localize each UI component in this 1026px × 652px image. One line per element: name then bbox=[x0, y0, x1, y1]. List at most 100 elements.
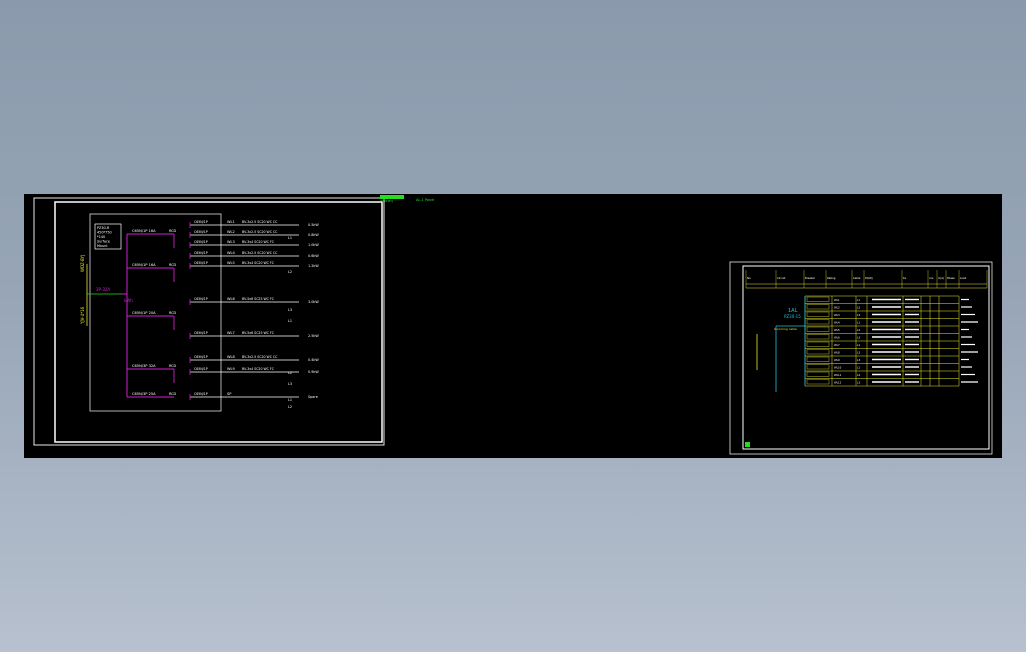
right-sheet-green-marker bbox=[745, 442, 750, 447]
table-header-cell: Kx bbox=[903, 276, 907, 280]
right-panel-sub: PZ30-15 bbox=[784, 314, 801, 319]
table-cell: L2 bbox=[857, 306, 860, 310]
table-cell: L1 bbox=[857, 343, 860, 347]
circuit-cable: BV-3x2.5 SC20 WC CC bbox=[242, 230, 278, 234]
table-cell: L3 bbox=[857, 313, 860, 317]
table-breaker-box bbox=[806, 319, 830, 325]
breaker-rating: C65N/3P 32A bbox=[132, 364, 156, 368]
circuit-breaker-label: C65N/1P bbox=[194, 251, 208, 255]
left-sheet[interactable]: PZ30-R450*750*140SurfaceMount 3P-32A WDZ… bbox=[33, 197, 385, 446]
phase-tag: L3 bbox=[288, 382, 292, 386]
breaker-rating: C65N/1P 20A bbox=[132, 311, 156, 315]
circuit-load: 0.5kW bbox=[308, 223, 319, 227]
breaker-tag: RCD bbox=[169, 229, 177, 233]
table-cell: WL1 bbox=[834, 298, 840, 302]
circuit-id: WL8 bbox=[227, 355, 236, 359]
right-sheet-inner-frame bbox=[742, 265, 990, 450]
table-breaker-box bbox=[806, 326, 830, 332]
table-cell: L2 bbox=[857, 328, 860, 332]
circuit-id: SP bbox=[227, 392, 232, 396]
breaker-rating: C65N/1P 16A bbox=[132, 263, 156, 267]
circuit-load: 2.5kW bbox=[308, 334, 319, 338]
table-cell: WL2 bbox=[834, 306, 840, 310]
circuit-id: WL7 bbox=[227, 331, 235, 335]
circuit-id: WL1 bbox=[227, 220, 235, 224]
table-breaker-box bbox=[806, 356, 830, 362]
breaker-tag: RCD bbox=[169, 263, 177, 267]
phase-tag-group: L1 L2 L3 L1 L2 L3 L1 L2 bbox=[288, 236, 292, 409]
incoming-label: 3P-32A bbox=[96, 287, 110, 292]
table-header-cell: No. bbox=[747, 276, 751, 280]
table-header-cell: Cable bbox=[853, 276, 861, 280]
phase-tag: L2 bbox=[288, 270, 292, 274]
circuit-load: 0.8kW bbox=[308, 233, 319, 237]
table-breaker-box bbox=[806, 304, 830, 310]
circuit-id: WL4 bbox=[227, 251, 236, 255]
circuit-cable: BV-5x6 SC25 WC FC bbox=[242, 297, 275, 301]
phase-tag: L2 bbox=[288, 405, 292, 409]
table-breaker-box bbox=[806, 371, 830, 377]
table-breaker-box bbox=[806, 341, 830, 347]
breaker-group[interactable]: C65N/1P 16A RCD C65N/1P 16A RCD C65N/1P 20A R… bbox=[127, 229, 177, 398]
table-cell: WL4 bbox=[834, 321, 840, 325]
circuit-id: WL6 bbox=[227, 297, 236, 301]
table-breaker-box bbox=[806, 379, 830, 385]
table-cell: WL3 bbox=[834, 313, 840, 317]
panel-note-line: *140 bbox=[97, 235, 105, 239]
feeder-cable-label: YJV-4*16 bbox=[80, 306, 85, 325]
circuit-cable: BV-3x2.5 SC20 WC CC bbox=[242, 251, 278, 255]
table-cell: WL6 bbox=[834, 336, 840, 340]
table-cell: WL8 bbox=[834, 351, 840, 355]
circuit-load: 1.2kW bbox=[308, 264, 319, 268]
panel-note-line: Surface bbox=[97, 240, 110, 244]
circuit-breaker-label: C65N/1P bbox=[194, 297, 208, 301]
circuit-id: WL5 bbox=[227, 261, 235, 265]
table-breaker-box bbox=[806, 364, 830, 370]
circuit-load: 0.6kW bbox=[308, 254, 319, 258]
table-breaker-box bbox=[806, 349, 830, 355]
table-cell: WL10 bbox=[834, 366, 842, 370]
table-cell: L2 bbox=[857, 351, 860, 355]
right-sheet[interactable]: No. Circuit Breaker Rating Cable P(kW) Kx cos Ic… bbox=[729, 261, 993, 455]
table-cell: L1 bbox=[857, 321, 860, 325]
phase-tag: L1 bbox=[288, 319, 292, 323]
circuit-breaker-label: C65N/1P bbox=[194, 261, 208, 265]
panel-note-line: 450*750 bbox=[97, 231, 112, 235]
panel-note-line: Mount bbox=[97, 244, 108, 248]
model-space-canvas[interactable]: PZ30-R 450*750 *140 Surface Mount 3P-32A WDZ… bbox=[24, 194, 1002, 458]
table-header-cell: P(kW) bbox=[865, 276, 873, 280]
panel-note-line: PZ30-R bbox=[97, 226, 110, 230]
panel-note-text: PZ30-R450*750*140SurfaceMount bbox=[97, 226, 112, 248]
table-header-cell: Circuit bbox=[777, 276, 785, 280]
table-header-cell: cos bbox=[929, 277, 934, 280]
breaker-tag: RCD bbox=[169, 364, 177, 368]
table-cell: WL12 bbox=[834, 381, 842, 385]
table-cell: L3 bbox=[857, 381, 860, 385]
circuit-breaker-label: C65N/1P bbox=[194, 355, 208, 359]
circuit-breaker-label: C65N/1P bbox=[194, 230, 208, 234]
table-cell: L3 bbox=[857, 336, 860, 340]
circuit-load: 3.0kW bbox=[308, 300, 319, 304]
circuit-group[interactable]: C65N/1P WL1 BV-3x2.5 SC20 WC CC 0.5kW C65N/1… bbox=[189, 220, 319, 400]
table-breaker-box bbox=[806, 334, 830, 340]
circuit-cable: BV-3x4 SC20 WC FC bbox=[242, 240, 275, 244]
top-label-a: WDZ-BYJ bbox=[380, 199, 393, 203]
right-schedule-table[interactable]: No. Circuit Breaker Rating Cable P(kW) Kx cos Ic… bbox=[745, 270, 988, 392]
meter-tag: kWh bbox=[124, 298, 133, 303]
circuit-id: WL2 bbox=[227, 230, 235, 234]
circuit-breaker-label: C65N/1P bbox=[194, 220, 208, 224]
phase-tag: L3 bbox=[288, 308, 292, 312]
circuit-breaker-label: C65N/1P bbox=[194, 240, 208, 244]
circuit-breaker-label: C65N/1P bbox=[194, 331, 208, 335]
table-cell: WL7 bbox=[834, 343, 840, 347]
circuit-id: WL3 bbox=[227, 240, 235, 244]
top-label-b: AL-1 Panel bbox=[416, 198, 434, 202]
breaker-rating: C65N/3P 25A bbox=[132, 392, 156, 396]
right-incoming-label: Incoming cable bbox=[774, 327, 797, 331]
table-header-cell: Breaker bbox=[805, 276, 816, 280]
circuit-breaker-label: C65N/1P bbox=[194, 367, 208, 371]
circuit-cable: BV-3x2.5 SC20 WC CC bbox=[242, 355, 278, 359]
table-breaker-box bbox=[806, 296, 830, 302]
phase-tag: L1 bbox=[288, 398, 292, 402]
circuit-load: 0.4kW bbox=[308, 358, 319, 362]
